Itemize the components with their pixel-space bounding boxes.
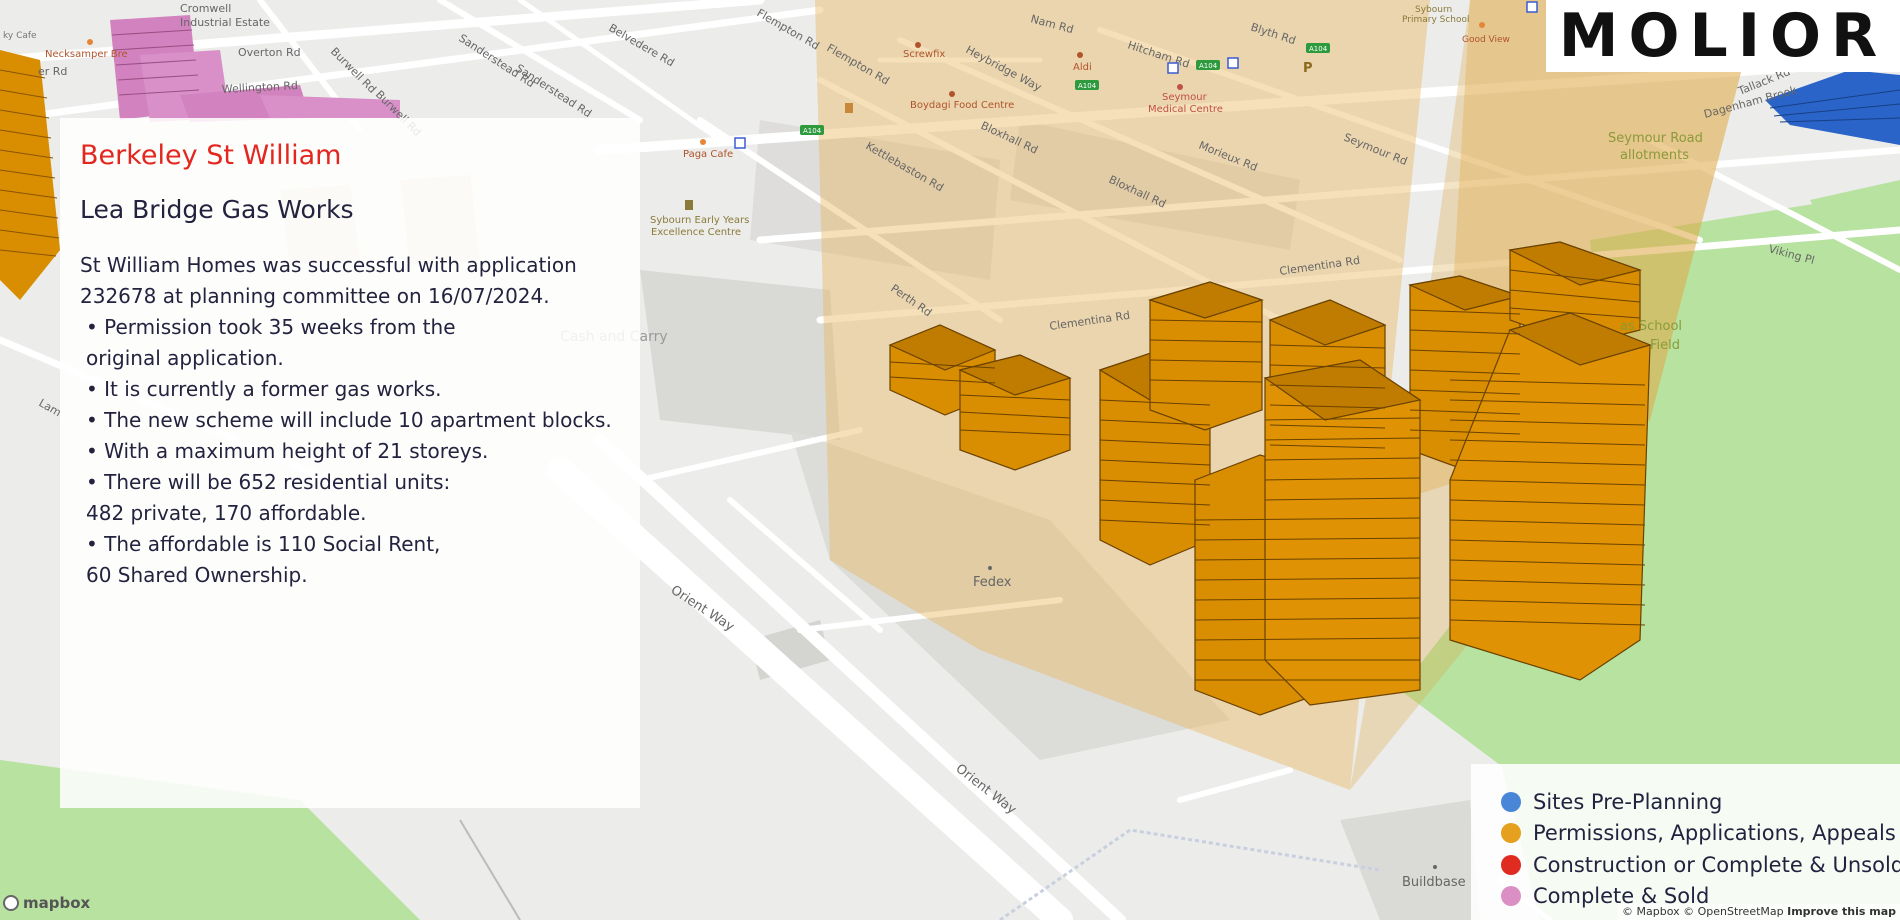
restaurant-icon xyxy=(1479,22,1485,28)
poi-allotments-1[interactable]: Seymour Road xyxy=(1608,131,1703,146)
poi-boydagi[interactable]: Boydagi Food Centre xyxy=(910,100,1014,111)
developer-name: Berkeley St William xyxy=(80,140,342,171)
site-info-panel: Berkeley St William Lea Bridge Gas Works… xyxy=(60,118,640,808)
poi-aldi[interactable]: Aldi xyxy=(1073,62,1092,73)
detail-item: • There will be 652 residential units: 4… xyxy=(86,470,451,525)
detail-item: • With a maximum height of 21 storeys. xyxy=(86,439,489,463)
buildbase-marker xyxy=(1433,865,1437,869)
poi-buildbase[interactable]: Buildbase xyxy=(1402,875,1466,890)
detail-item: • The new scheme will include 10 apartme… xyxy=(86,408,612,432)
poi-paga-cafe[interactable]: Paga Cafe xyxy=(683,149,733,160)
detail-item: • Permission took 35 weeks from the orig… xyxy=(86,315,456,370)
bus-stop-icon xyxy=(734,137,746,149)
poi-allotments-2[interactable]: allotments xyxy=(1620,148,1689,163)
fedex-marker xyxy=(988,566,992,570)
brand-logo: MOLIOR xyxy=(1546,0,1900,72)
road-shield-a104: A104 xyxy=(1078,82,1097,90)
poi-seymour-medical-1[interactable]: Seymour xyxy=(1162,92,1208,103)
improve-map-link[interactable]: Improve this map xyxy=(1787,905,1896,918)
map-legend: Sites Pre-Planning Permissions, Applicat… xyxy=(1471,764,1900,920)
poi-fedex[interactable]: Fedex xyxy=(973,575,1012,590)
legend-dot-icon xyxy=(1501,886,1521,907)
parking-icon: P xyxy=(1303,61,1313,76)
site-details-list: • Permission took 35 weeks from the orig… xyxy=(80,312,620,591)
bus-stop-icon xyxy=(1167,62,1179,74)
hardware-shop-icon xyxy=(915,42,921,48)
poi-sybourn-school-2[interactable]: Primary School xyxy=(1402,15,1470,25)
mapbox-icon xyxy=(3,895,19,911)
poi-screwfix[interactable]: Screwfix xyxy=(903,49,945,60)
site-name: Lea Bridge Gas Works xyxy=(80,195,354,224)
poi-seymour-medical-2[interactable]: Medical Centre xyxy=(1148,104,1223,115)
label-overton-rd: Overton Rd xyxy=(238,46,301,59)
medical-icon xyxy=(1177,84,1183,90)
restaurant-icon xyxy=(87,39,93,45)
legend-item-permissions: Permissions, Applications, Appeals xyxy=(1501,818,1900,850)
grocery-icon xyxy=(949,91,955,97)
poi-sybourn-early-2[interactable]: Excellence Centre xyxy=(651,227,741,238)
detail-item: • It is currently a former gas works. xyxy=(86,377,442,401)
industrial-block xyxy=(640,270,840,440)
poi-sybourn-early-1[interactable]: Sybourn Early Years xyxy=(650,215,749,226)
road-shield-a104: A104 xyxy=(1309,45,1328,53)
label-cromwell: Cromwell xyxy=(180,2,231,15)
poi-necksamper[interactable]: Necksamper Bre xyxy=(45,49,128,60)
legend-item-construction: Construction or Complete & Unsold xyxy=(1501,849,1900,881)
site-summary: St William Homes was successful with app… xyxy=(80,253,577,308)
legend-item-pre-planning: Sites Pre-Planning xyxy=(1501,786,1900,818)
poi-sybourn-school-1[interactable]: Sybourn xyxy=(1415,5,1452,15)
poi-school-field-1[interactable]: as School xyxy=(1620,319,1682,334)
legend-dot-icon xyxy=(1501,854,1521,875)
legend-label: Sites Pre-Planning xyxy=(1533,789,1723,814)
brand-name: MOLIOR xyxy=(1558,1,1888,71)
mapbox-wordmark: mapbox xyxy=(23,894,91,912)
school-icon xyxy=(685,200,693,210)
bus-stop-icon xyxy=(1227,57,1239,69)
shop-icon xyxy=(1077,52,1083,58)
legend-label: Construction or Complete & Unsold xyxy=(1533,852,1900,877)
legend-label: Permissions, Applications, Appeals xyxy=(1533,821,1896,846)
road-shield-a104: A104 xyxy=(1199,62,1218,70)
label-industrial-estate: Industrial Estate xyxy=(180,16,270,29)
poi-school-field-2[interactable]: Field xyxy=(1650,338,1680,353)
cafe-icon xyxy=(700,139,706,145)
poi-good-view[interactable]: Good View xyxy=(1462,35,1510,45)
legend-dot-icon xyxy=(1501,823,1521,844)
map-attribution: © Mapbox © OpenStreetMap Improve this ma… xyxy=(1618,904,1900,920)
road-shield-a104: A104 xyxy=(803,127,822,135)
bus-stop-icon xyxy=(1526,1,1538,13)
label-er-rd: er Rd xyxy=(38,65,67,78)
legend-dot-icon xyxy=(1501,791,1521,812)
mapbox-logo[interactable]: mapbox xyxy=(3,894,90,912)
attribution-text[interactable]: © Mapbox © OpenStreetMap xyxy=(1622,905,1784,918)
poi-sky-cafe[interactable]: ky Cafe xyxy=(3,31,37,41)
detail-item: • The affordable is 110 Social Rent, 60 … xyxy=(86,532,441,587)
fuel-icon xyxy=(845,103,853,113)
